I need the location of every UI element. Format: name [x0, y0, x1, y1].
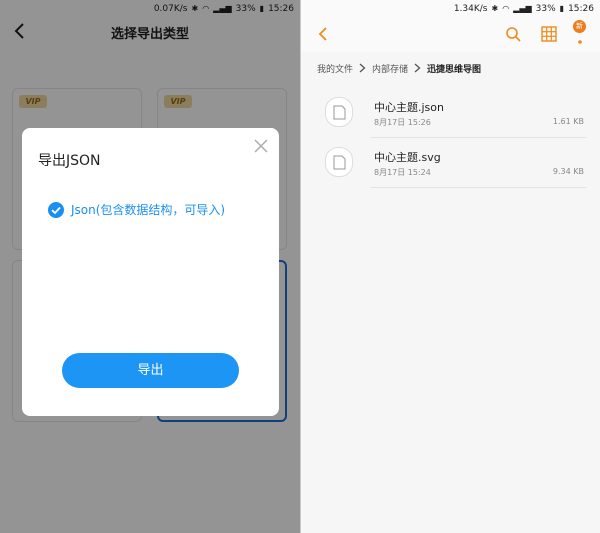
file-date: 8月17日 15:24: [374, 168, 431, 177]
wifi-icon: ◠: [502, 4, 510, 13]
file-size: 9.34 KB: [552, 167, 584, 176]
clock: 15:26: [568, 3, 594, 14]
option-label: Json(包含数据结构，可导入): [71, 203, 226, 217]
chevron-right-icon: [359, 63, 366, 73]
close-icon[interactable]: [253, 138, 269, 154]
file-manager-header: 新: [301, 17, 600, 52]
breadcrumb: 我的文件 内部存储 迅捷思维导图: [317, 58, 600, 78]
file-name: 中心主题.svg: [374, 151, 441, 164]
json-option[interactable]: Json(包含数据结构，可导入): [48, 201, 225, 218]
list-item[interactable]: 中心主题.json 8月17日 15:26 1.61 KB: [301, 88, 600, 138]
breadcrumb-item-current-folder[interactable]: 迅捷思维导图: [427, 62, 481, 75]
left-screen: 0.07K/s ✱ ◠ ▂▄▆ 33% ▮ 15:26 选择导出类型 VIP V…: [0, 0, 300, 533]
file-date: 8月17日 15:26: [374, 118, 431, 127]
signal-icon: ▂▄▆: [513, 4, 532, 13]
file-icon: [325, 97, 353, 127]
checkmark-circle-icon[interactable]: [48, 201, 64, 218]
status-bar: 1.34K/s ✱ ◠ ▂▄▆ 33% ▮ 15:26: [301, 0, 600, 17]
row-divider: [371, 187, 586, 188]
grid-view-icon[interactable]: [541, 26, 557, 42]
export-json-dialog: 导出JSON Json(包含数据结构，可导入) 导出: [22, 128, 279, 416]
battery-percent: 33%: [535, 3, 556, 14]
breadcrumb-item-my-files[interactable]: 我的文件: [317, 62, 353, 75]
right-screen: 1.34K/s ✱ ◠ ▂▄▆ 33% ▮ 15:26 新 我的文件 内部存储 …: [301, 0, 600, 533]
list-item[interactable]: 中心主题.svg 8月17日 15:24 9.34 KB: [301, 138, 600, 188]
battery-icon: ▮: [559, 4, 565, 13]
nfc-icon: ✱: [491, 4, 499, 13]
file-name: 中心主题.json: [374, 101, 444, 114]
file-list: 中心主题.json 8月17日 15:26 1.61 KB 中心主题.svg 8…: [301, 88, 600, 188]
search-icon[interactable]: [505, 26, 521, 42]
dialog-title: 导出JSON: [38, 153, 101, 169]
export-button[interactable]: 导出: [62, 353, 239, 388]
file-icon: [325, 147, 353, 177]
file-size: 1.61 KB: [552, 117, 584, 126]
network-speed: 1.34K/s: [453, 3, 488, 14]
back-arrow-icon[interactable]: [316, 26, 330, 42]
chevron-right-icon: [414, 63, 421, 73]
new-badge: 新: [573, 20, 586, 33]
breadcrumb-item-internal-storage[interactable]: 内部存储: [372, 62, 408, 75]
